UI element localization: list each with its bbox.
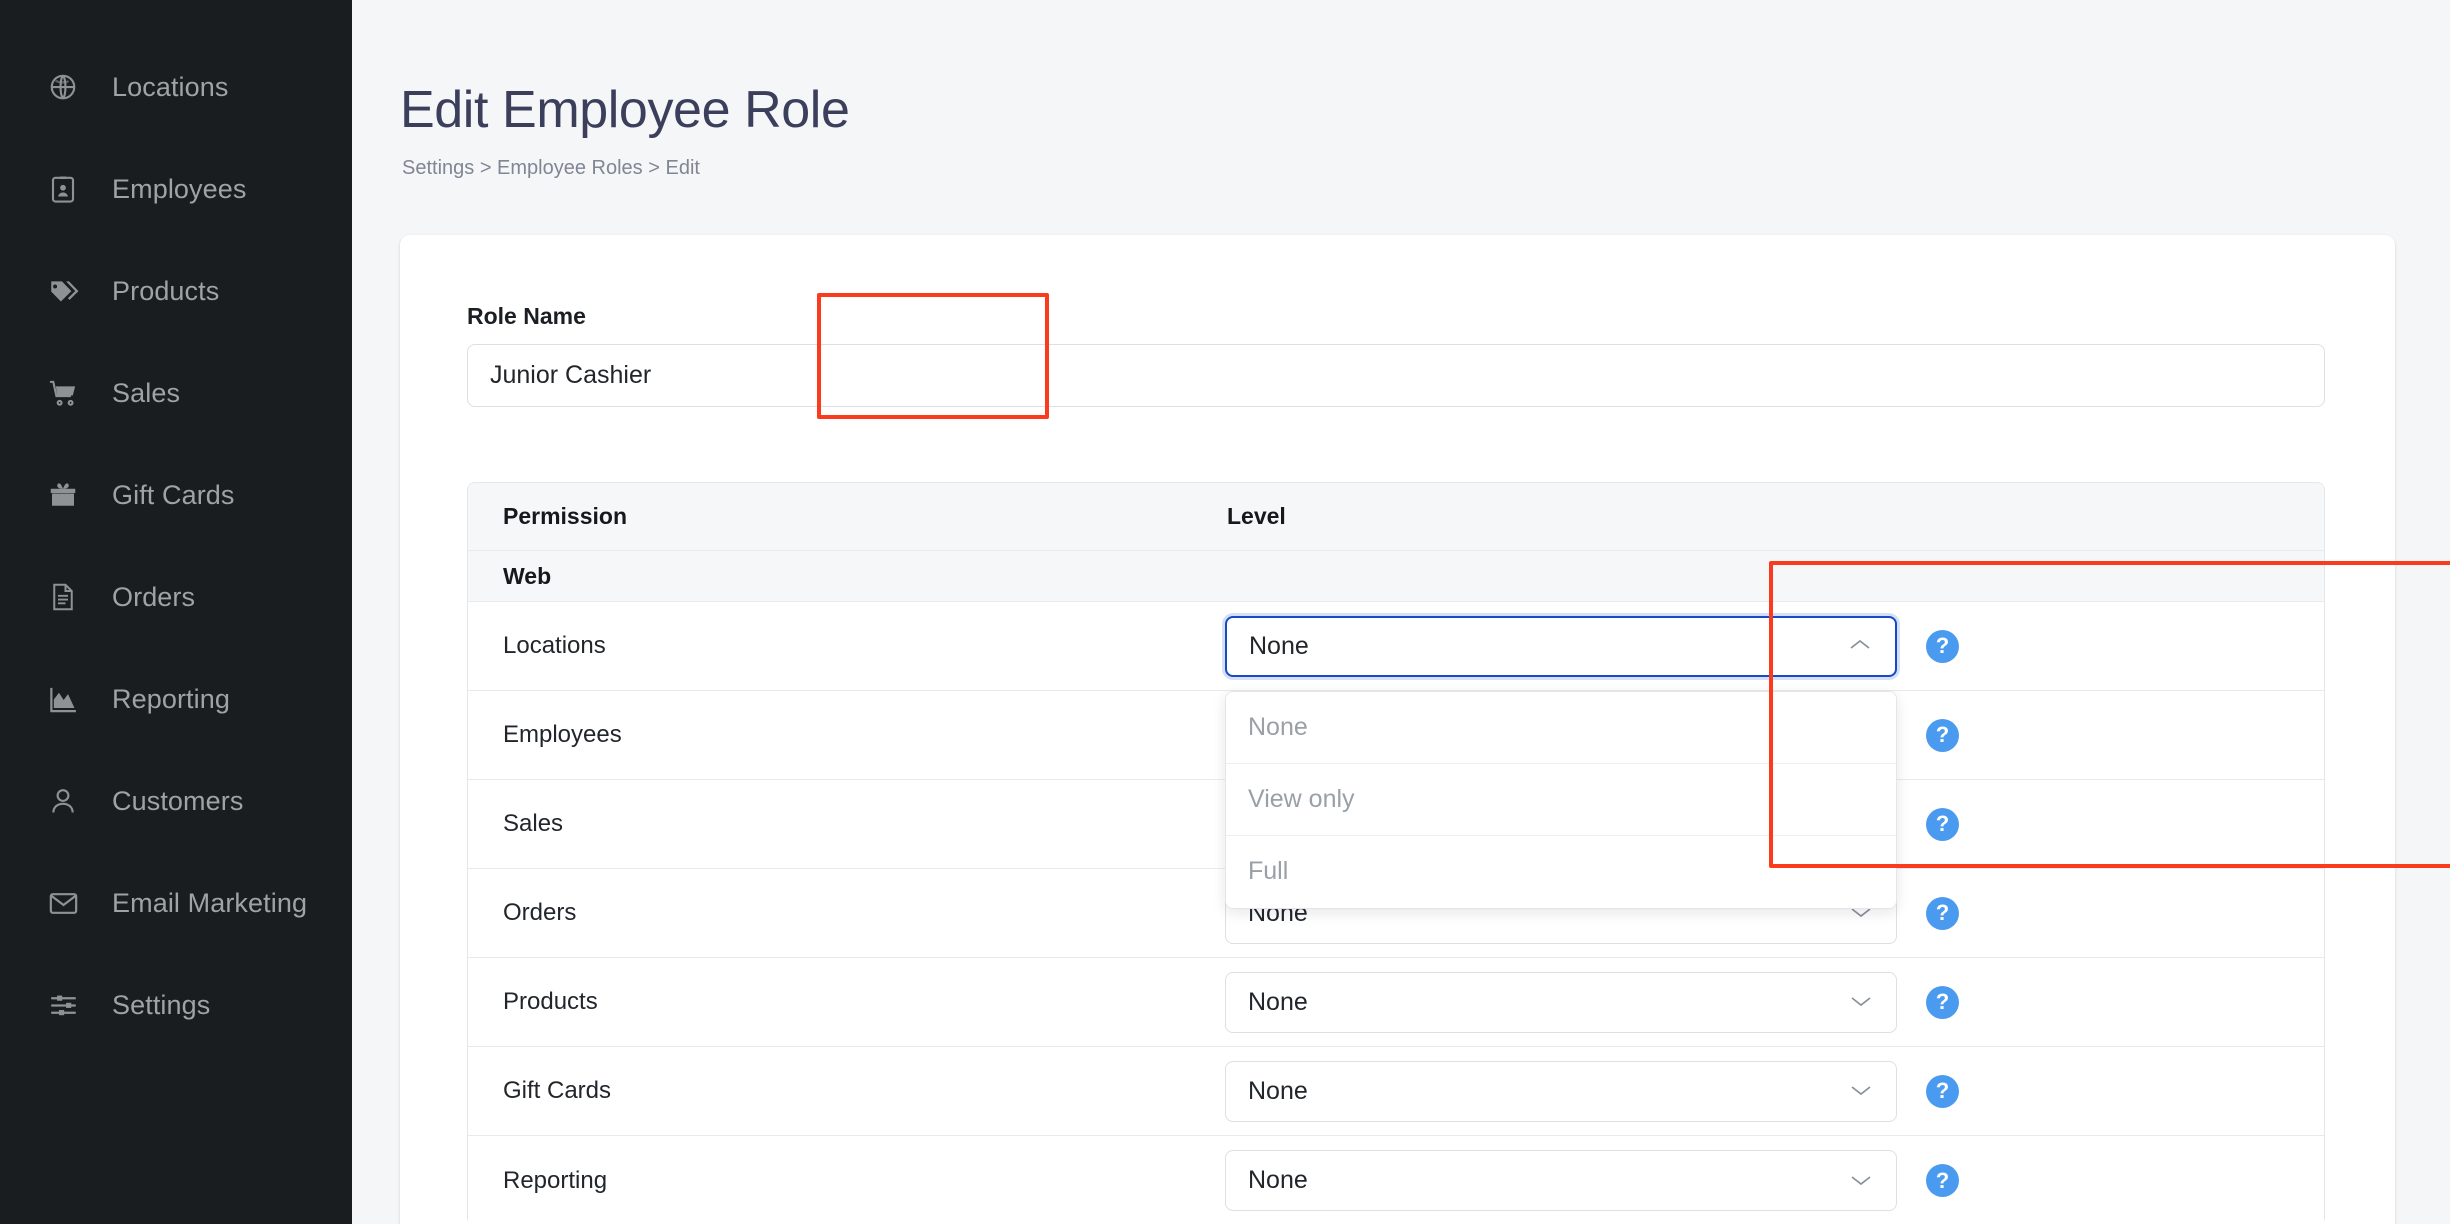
sidebar: Locations Employees Products Sales Gift … [0,0,352,1224]
sidebar-item-gift-cards[interactable]: Gift Cards [0,444,352,546]
table-row: Products None ? [468,958,2324,1047]
help-icon[interactable]: ? [1926,629,1959,663]
sidebar-item-label: Products [112,275,220,306]
app-root: Locations Employees Products Sales Gift … [0,0,2450,1224]
help-icon[interactable]: ? [1926,1164,1959,1197]
permission-level-cell: None ? [1223,1060,2324,1122]
sidebar-item-label: Gift Cards [112,479,235,510]
globe-icon [42,72,84,102]
permission-name: Locations [503,632,606,659]
chevron-down-icon [1850,1081,1872,1101]
sidebar-item-label: Employees [112,173,247,204]
permission-name: Products [503,988,598,1015]
sidebar-item-settings[interactable]: Settings [0,954,352,1056]
edit-role-card: Role Name Permission Level Web Locations [400,235,2395,1224]
chevron-down-icon [1850,1171,1872,1191]
sidebar-item-label: Orders [112,581,196,612]
level-select-gift-cards[interactable]: None [1225,1060,1897,1122]
permission-name: Employees [503,721,622,748]
help-icon[interactable]: ? [1926,1074,1959,1108]
user-icon [42,786,84,816]
permissions-table: Permission Level Web Locations None None… [467,482,2325,1224]
sidebar-item-label: Customers [112,785,244,816]
sidebar-item-employees[interactable]: Employees [0,138,352,240]
dropdown-option-view-only[interactable]: View only [1226,763,1896,836]
table-row: Gift Cards None ? [468,1047,2324,1136]
help-icon[interactable]: ? [1926,807,1959,841]
envelope-icon [42,888,84,919]
role-name-input[interactable] [467,344,2325,407]
section-label: Web [503,562,552,589]
sidebar-item-label: Settings [112,989,211,1020]
level-select-locations[interactable]: None [1225,615,1897,677]
permission-name: Orders [503,899,577,926]
level-select-products[interactable]: None [1225,971,1897,1033]
table-section-row-web: Web [468,551,2324,602]
column-header-level: Level [1227,503,1286,529]
help-icon[interactable]: ? [1926,896,1959,930]
table-row: Reporting None ? [468,1136,2324,1224]
column-header-permission: Permission [503,503,627,529]
chart-area-icon [42,684,84,715]
table-header-row: Permission Level [468,483,2324,551]
gift-icon [42,480,84,510]
page-title: Edit Employee Role [400,81,850,139]
document-icon [42,582,84,612]
tag-icon [42,276,84,307]
main-content: Edit Employee Role Settings > Employee R… [352,0,2450,1224]
chevron-down-icon [1850,992,1872,1012]
chevron-up-icon [1849,636,1871,656]
permission-level-cell: None None View only Full ? [1223,615,2324,909]
sidebar-item-email-marketing[interactable]: Email Marketing [0,852,352,954]
sidebar-item-sales[interactable]: Sales [0,342,352,444]
sidebar-item-label: Email Marketing [112,887,308,918]
sidebar-item-locations[interactable]: Locations [0,36,352,138]
permission-level-cell: None ? [1223,971,2324,1033]
level-select-value: None [1248,1166,1308,1194]
sliders-icon [42,990,84,1021]
level-dropdown-menu[interactable]: None View only Full [1225,690,1897,909]
permission-name: Reporting [503,1166,608,1194]
sidebar-item-label: Reporting [112,683,230,714]
shopping-cart-icon [42,378,84,409]
help-icon[interactable]: ? [1926,985,1959,1019]
permission-name: Sales [503,810,564,837]
sidebar-item-customers[interactable]: Customers [0,750,352,852]
role-name-label: Role Name [467,303,586,329]
breadcrumb: Settings > Employee Roles > Edit [402,157,700,179]
level-select-value: None [1248,1076,1308,1105]
help-icon[interactable]: ? [1926,718,1959,752]
role-name-field-group: Role Name [467,303,2325,407]
level-select-reporting[interactable]: None [1225,1150,1897,1211]
sidebar-item-label: Sales [112,377,181,408]
level-select-value: None [1248,987,1308,1016]
permission-name: Gift Cards [503,1077,612,1104]
level-select-value: None [1249,631,1309,660]
dropdown-option-full[interactable]: Full [1226,835,1896,908]
id-badge-icon [42,174,84,204]
sidebar-item-orders[interactable]: Orders [0,546,352,648]
table-row: Locations None None View only Full ? [468,602,2324,909]
dropdown-option-none[interactable]: None [1226,691,1896,764]
sidebar-item-reporting[interactable]: Reporting [0,648,352,750]
sidebar-item-label: Locations [112,71,229,102]
permission-level-cell: None ? [1223,1150,2324,1211]
sidebar-item-products[interactable]: Products [0,240,352,342]
